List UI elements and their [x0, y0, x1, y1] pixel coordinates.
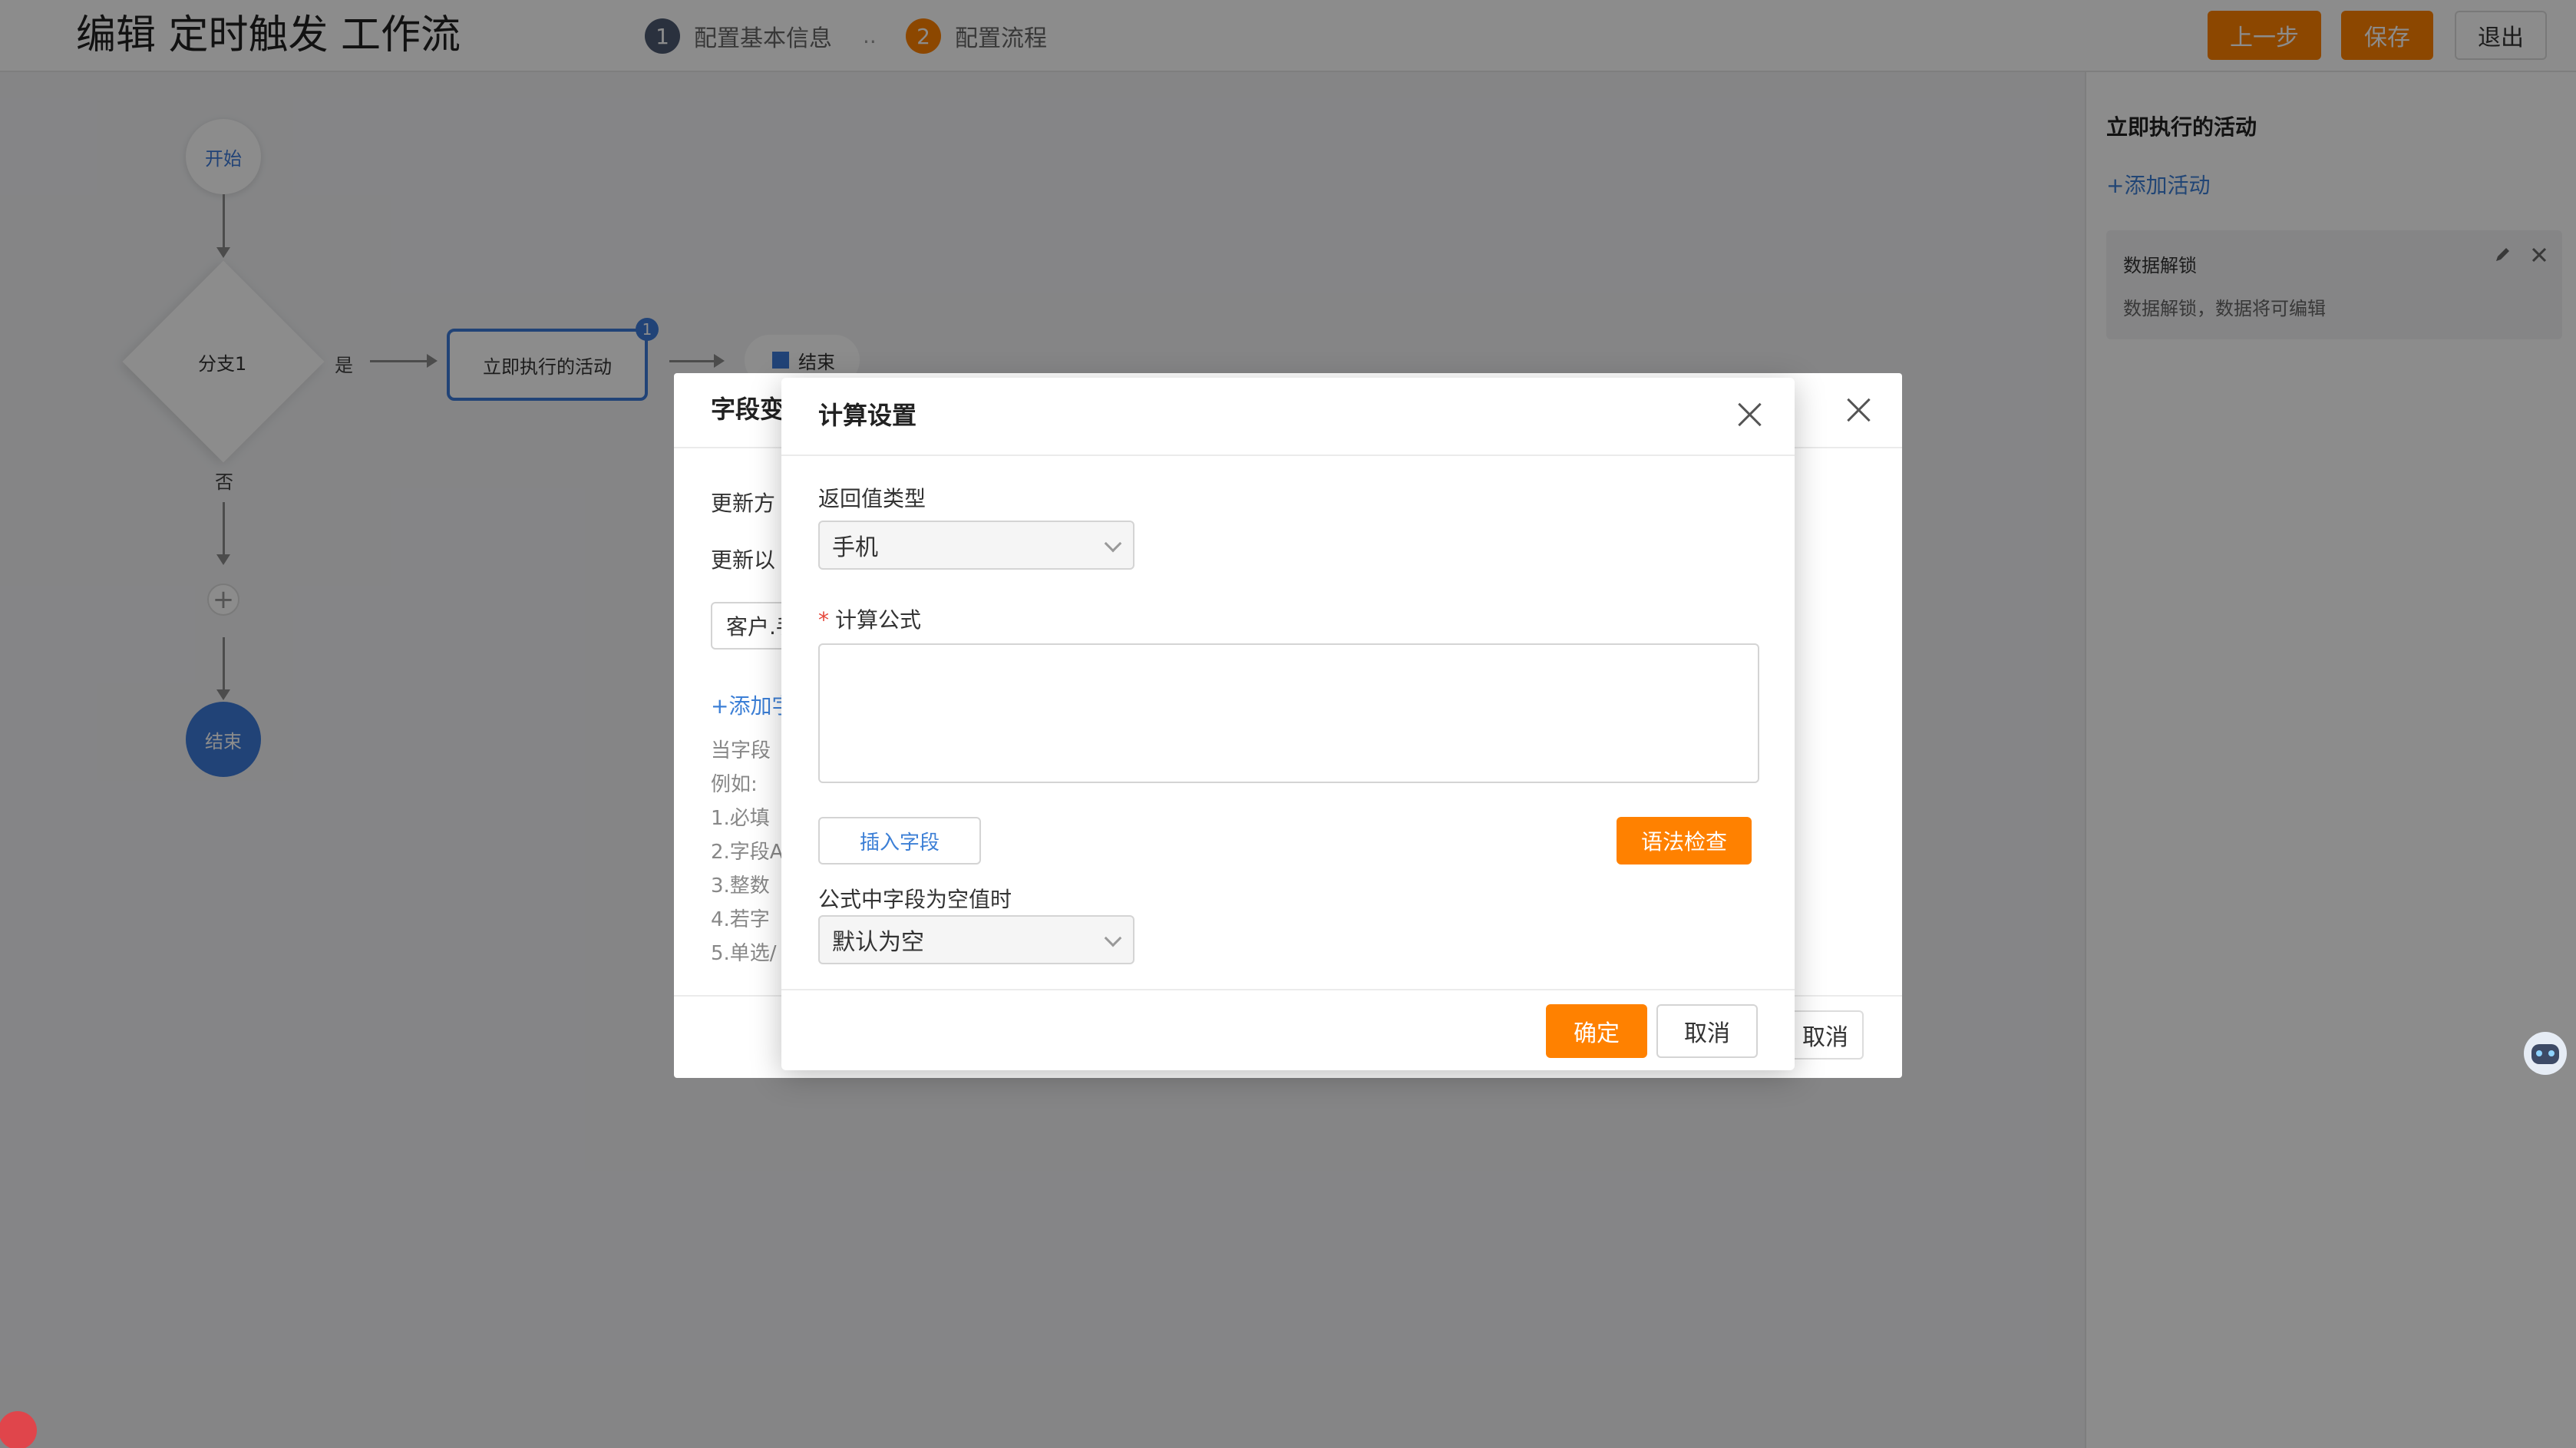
return-type-value: 手机 — [832, 534, 878, 561]
cancel-button[interactable]: 取消 — [1656, 1004, 1758, 1058]
return-type-label: 返回值类型 — [818, 486, 926, 511]
formula-label: * 计算公式 — [818, 603, 921, 634]
empty-value-select[interactable]: 默认为空 — [818, 915, 1134, 964]
help-line: 3.整数 — [711, 874, 770, 898]
required-mark: * — [818, 607, 829, 633]
close-icon[interactable] — [1844, 395, 1874, 425]
help-line: 2.字段A — [711, 841, 784, 864]
floating-dot-icon[interactable] — [0, 1411, 37, 1448]
formula-label-text: 计算公式 — [835, 607, 922, 633]
close-icon[interactable] — [1735, 399, 1765, 430]
bg-dialog-title: 字段变 — [711, 395, 785, 424]
modal-title: 计算设置 — [818, 401, 917, 430]
update-fields-label: 更新以 — [711, 547, 776, 573]
empty-value-value: 默认为空 — [832, 929, 924, 956]
help-line: 当字段 — [711, 739, 771, 762]
help-line: 1.必填 — [711, 807, 770, 830]
divider — [781, 989, 1795, 990]
confirm-button[interactable]: 确定 — [1546, 1004, 1647, 1058]
empty-value-label: 公式中字段为空值时 — [818, 887, 1012, 912]
help-line: 例如: — [711, 773, 758, 796]
return-type-select[interactable]: 手机 — [818, 521, 1134, 570]
divider — [781, 455, 1795, 456]
help-line: 4.若字 — [711, 908, 770, 931]
help-text: 当字段 例如: 1.必填 2.字段A 3.整数 4.若字 5.单选/ — [711, 734, 784, 970]
chevron-down-icon — [1104, 534, 1122, 553]
syntax-check-button[interactable]: 语法检查 — [1617, 817, 1752, 865]
chevron-down-icon — [1104, 929, 1122, 947]
formula-textarea[interactable] — [818, 643, 1759, 783]
calculation-settings-modal: 计算设置 返回值类型 手机 * 计算公式 插入字段 语法检查 公式中字段为空值时 … — [781, 378, 1795, 1070]
update-mode-label: 更新方 — [711, 491, 776, 516]
help-line: 5.单选/ — [711, 942, 777, 965]
assistant-robot-icon[interactable] — [2521, 1030, 2570, 1076]
insert-field-button[interactable]: 插入字段 — [818, 817, 981, 865]
